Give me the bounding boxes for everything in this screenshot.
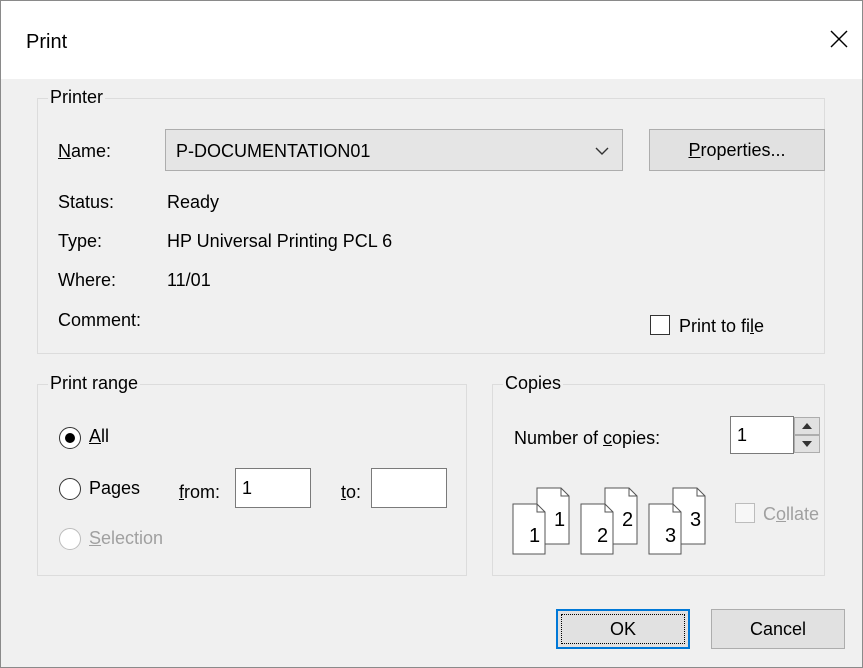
to-label: to:: [341, 482, 362, 502]
printer-name-dropdown[interactable]: P-DOCUMENTATION01: [165, 129, 623, 171]
all-radio-label[interactable]: All: [89, 426, 109, 447]
collate-digit-1b: 1: [554, 509, 566, 531]
ok-button-label: OK: [609, 619, 636, 639]
type-label: Type:: [58, 231, 103, 251]
cancel-button-label: Cancel: [749, 619, 807, 639]
pages-radio[interactable]: [59, 478, 81, 500]
print-to-file-checkbox[interactable]: [650, 315, 670, 335]
chevron-down-icon: [595, 147, 609, 155]
print-to-file-label[interactable]: Print to file: [679, 316, 764, 337]
dialog-title: Print: [26, 31, 68, 53]
from-input[interactable]: 1: [235, 468, 311, 508]
properties-button[interactable]: Properties...: [649, 129, 825, 171]
where-label: Where:: [58, 270, 117, 290]
print-range-group-label: Print range: [48, 373, 141, 394]
from-input-value: 1: [242, 478, 253, 498]
copies-input[interactable]: 1: [730, 416, 794, 454]
collate-checkbox[interactable]: [735, 503, 755, 523]
copies-input-value: 1: [737, 425, 748, 445]
collate-label[interactable]: Collate: [763, 504, 819, 525]
copies-group-label: Copies: [503, 373, 564, 394]
properties-button-label: Properties...: [688, 140, 786, 160]
collate-digit-1a: 1: [529, 525, 541, 547]
all-radio[interactable]: [59, 427, 81, 449]
from-label: from:: [179, 482, 221, 502]
number-of-copies-label: Number of copies:: [514, 428, 661, 448]
printer-group-label: Printer: [48, 87, 106, 108]
collate-digit-3b: 3: [690, 509, 702, 531]
close-button[interactable]: [823, 23, 855, 55]
comment-label: Comment:: [58, 310, 142, 330]
where-value: 11/01: [167, 270, 211, 290]
print-dialog: Print Printer Name: P-DOCUMENTATION01 Pr…: [0, 0, 863, 668]
cancel-button[interactable]: Cancel: [711, 609, 845, 649]
spin-down-button[interactable]: [794, 435, 820, 453]
collate-digit-3a: 3: [665, 525, 677, 547]
copies-spinner[interactable]: [794, 417, 820, 453]
spin-up-icon: [802, 423, 812, 429]
collate-digit-2a: 2: [597, 525, 609, 547]
status-value: Ready: [167, 192, 220, 212]
collate-digit-2b: 2: [622, 509, 634, 531]
ok-button[interactable]: OK: [556, 609, 690, 649]
to-input[interactable]: [371, 468, 447, 508]
selection-radio[interactable]: [59, 528, 81, 550]
close-icon: [830, 30, 848, 48]
printer-name-value: P-DOCUMENTATION01: [176, 141, 371, 161]
selection-radio-label[interactable]: Selection: [89, 528, 163, 549]
title-bar: Print: [1, 1, 862, 79]
type-value: HP Universal Printing PCL 6: [167, 231, 393, 251]
spin-up-button[interactable]: [794, 417, 820, 435]
pages-radio-label[interactable]: Pages: [89, 478, 140, 499]
name-label: Name:: [58, 141, 112, 161]
status-label: Status:: [58, 192, 115, 212]
spin-down-icon: [802, 441, 812, 447]
